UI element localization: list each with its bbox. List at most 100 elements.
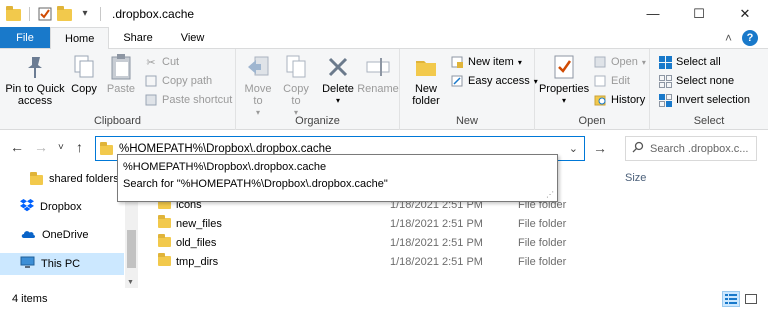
open-group: Properties ▾ Open ▾ Edit History Open	[535, 49, 650, 130]
suggestion-path[interactable]: %HOMEPATH%\Dropbox\.dropbox.cache	[118, 158, 557, 175]
address-input[interactable]: %HOMEPATH%\Dropbox\.dropbox.cache	[119, 143, 331, 155]
pin-label: Pin to Quick access	[5, 83, 65, 107]
column-header-size[interactable]: Size	[625, 172, 646, 184]
scroll-thumb[interactable]	[127, 230, 136, 268]
new-folder-button[interactable]: New folder	[406, 53, 446, 107]
clipboard-icon	[107, 53, 135, 81]
scissors-icon: ✂	[146, 56, 156, 69]
recent-locations-icon[interactable]: ˅	[58, 142, 64, 153]
copy-path-button[interactable]: Copy path	[144, 72, 212, 90]
nav-item-onedrive[interactable]: OneDrive	[0, 224, 124, 246]
new-item-label: New item	[468, 56, 514, 68]
customize-dropdown-icon[interactable]: ▾	[77, 6, 93, 22]
onedrive-icon	[20, 228, 36, 242]
history-button[interactable]: History	[593, 91, 645, 109]
move-to-button[interactable]: Move to ▾	[240, 53, 276, 119]
tab-home[interactable]: Home	[50, 27, 110, 49]
dropbox-icon	[20, 199, 34, 215]
properties-check-icon[interactable]	[37, 6, 53, 22]
scroll-down-icon[interactable]: ▼	[127, 279, 134, 286]
tab-view[interactable]: View	[167, 27, 219, 48]
back-arrow-icon[interactable]: ←	[10, 139, 24, 155]
open-icon	[593, 55, 607, 69]
table-row[interactable]: tmp_dirs 1/18/2021 2:51 PM File folder	[140, 252, 768, 271]
nav-item-label: Dropbox	[40, 201, 82, 213]
item-count: 4 items	[12, 293, 48, 305]
copy-icon	[70, 53, 98, 81]
easy-access-label: Easy access	[468, 75, 530, 87]
new-item-icon	[450, 55, 464, 69]
rename-button[interactable]: Rename	[357, 53, 399, 95]
copy-to-button[interactable]: Copy to ▾	[278, 53, 314, 119]
file-name: tmp_dirs	[176, 255, 219, 268]
tab-share[interactable]: Share	[109, 27, 166, 48]
chevron-down-icon[interactable]: ⌄	[569, 142, 578, 155]
move-to-icon	[244, 53, 272, 81]
paste-label: Paste	[106, 83, 136, 95]
edit-button[interactable]: Edit	[593, 72, 630, 90]
select-all-label: Select all	[676, 56, 721, 68]
copy-button[interactable]: Copy	[66, 53, 102, 95]
ribbon-extra: ˄ ?	[725, 27, 768, 48]
file-date: 1/18/2021 2:51 PM	[390, 255, 483, 268]
cut-button[interactable]: ✂ Cut	[144, 53, 179, 71]
new-folder-quick-icon[interactable]	[57, 5, 73, 22]
copy-to-icon	[282, 53, 310, 81]
quick-access-toolbar: ▾	[0, 5, 104, 22]
details-view-icon[interactable]	[722, 291, 740, 307]
forward-arrow-icon[interactable]: →	[34, 139, 48, 155]
nav-item-shared-folders[interactable]: shared folders	[0, 168, 124, 190]
new-item-button[interactable]: New item ▾	[450, 53, 522, 71]
nav-item-this-pc[interactable]: This PC	[0, 253, 124, 275]
folder-app-icon	[6, 5, 22, 22]
select-all-button[interactable]: Select all	[658, 53, 721, 71]
nav-item-dropbox[interactable]: Dropbox	[0, 196, 124, 218]
new-group-label: New	[455, 115, 478, 127]
select-group: Select all Select none Invert selection …	[650, 49, 768, 130]
invert-selection-button[interactable]: Invert selection	[658, 91, 750, 109]
pin-icon	[21, 53, 49, 81]
select-all-icon	[658, 55, 672, 69]
help-icon[interactable]: ?	[742, 29, 758, 46]
search-icon	[632, 141, 644, 156]
suggestion-search[interactable]: Search for "%HOMEPATH%\Dropbox\.dropbox.…	[118, 175, 557, 192]
delete-button[interactable]: Delete ▾	[320, 53, 356, 107]
tab-file[interactable]: File	[0, 27, 50, 48]
paste-shortcut-label: Paste shortcut	[162, 94, 233, 106]
paste-button[interactable]: Paste	[104, 53, 138, 95]
maximize-button[interactable]: ☐	[676, 0, 722, 27]
organize-group-label: Organize	[295, 115, 340, 127]
cut-label: Cut	[162, 56, 180, 68]
pin-quick-access-button[interactable]: Pin to Quick access	[4, 53, 66, 107]
close-button[interactable]: ✕	[722, 0, 768, 27]
ribbon-tabs: File Home Share View ˄ ?	[0, 27, 768, 49]
status-bar: 4 items	[0, 288, 768, 310]
select-none-icon	[658, 74, 672, 88]
collapse-ribbon-icon[interactable]: ˄	[725, 31, 732, 45]
file-type: File folder	[518, 255, 567, 268]
rename-label: Rename	[357, 83, 399, 95]
large-icons-view-icon[interactable]	[742, 291, 760, 307]
up-arrow-icon[interactable]: ↑	[76, 139, 83, 155]
clipboard-group-label: Clipboard	[93, 115, 142, 127]
new-folder-icon	[412, 53, 440, 81]
rename-icon	[364, 53, 392, 81]
file-name: new_files	[176, 217, 222, 230]
copy-path-icon	[144, 74, 158, 88]
go-arrow-icon[interactable]: →	[593, 140, 607, 156]
edit-label: Edit	[611, 75, 630, 87]
easy-access-button[interactable]: Easy access ▾	[450, 72, 538, 90]
invert-selection-label: Invert selection	[676, 94, 750, 106]
paste-shortcut-button[interactable]: Paste shortcut	[144, 91, 232, 109]
search-box[interactable]: Search .dropbox.c...	[625, 136, 757, 161]
history-label: History	[611, 94, 646, 106]
open-button[interactable]: Open ▾	[593, 53, 646, 71]
file-date: 1/18/2021 2:51 PM	[390, 217, 483, 230]
minimize-button[interactable]: —	[630, 0, 676, 27]
resize-grip-icon[interactable]: ⋰	[546, 190, 554, 199]
table-row[interactable]: old_files 1/18/2021 2:51 PM File folder	[140, 233, 768, 252]
select-none-button[interactable]: Select none	[658, 72, 734, 90]
search-input[interactable]: Search .dropbox.c...	[650, 143, 748, 155]
table-row[interactable]: new_files 1/18/2021 2:51 PM File folder	[140, 214, 768, 233]
properties-button[interactable]: Properties ▾	[539, 53, 589, 107]
